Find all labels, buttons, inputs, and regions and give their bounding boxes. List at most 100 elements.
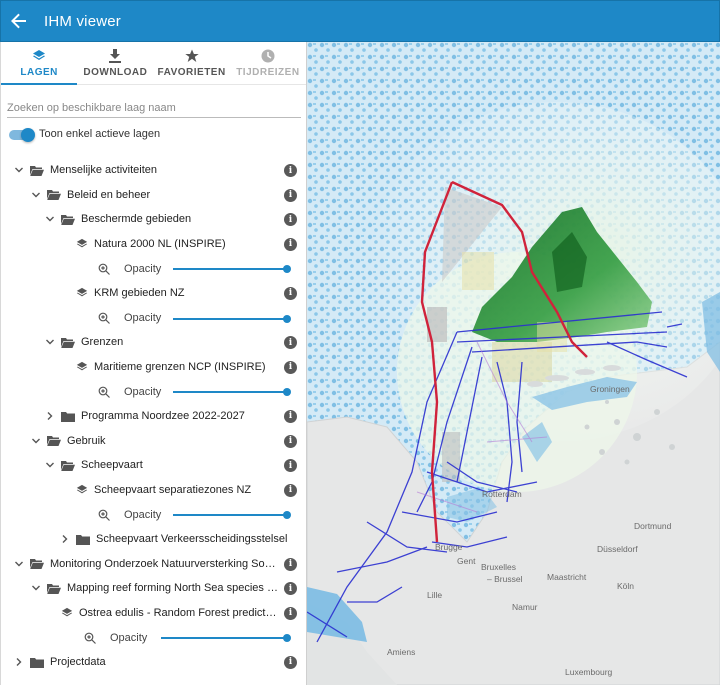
folder-icon: [30, 656, 44, 668]
opacity-label: Opacity: [110, 631, 148, 644]
tree-label: Scheepvaart Verkeersscheidingsstelsel: [96, 533, 288, 546]
map-view[interactable]: Groningen Rotterdam Brugge Gent Bruxelle…: [307, 42, 720, 685]
layer-icon: [76, 484, 88, 496]
app-title: IHM viewer: [44, 12, 122, 30]
tree-label: Natura 2000 NL (INSPIRE): [94, 238, 226, 251]
opacity-slider[interactable]: [173, 265, 291, 274]
tree-folder-scheepvaart[interactable]: Scheepvaart i: [1, 453, 306, 478]
info-icon[interactable]: i: [284, 606, 297, 620]
tree-folder-mapping-reef[interactable]: Mapping reef forming North Sea species -…: [1, 576, 306, 601]
tree-label: Maritieme grenzen NCP (INSPIRE): [94, 361, 266, 374]
tree-label: Programma Noordzee 2022-2027: [81, 410, 245, 423]
info-icon[interactable]: i: [284, 336, 297, 350]
info-icon[interactable]: i: [284, 286, 297, 300]
city-label-namur: Namur: [512, 602, 538, 612]
info-icon[interactable]: i: [284, 434, 297, 448]
slider-thumb[interactable]: [283, 511, 291, 520]
opacity-slider[interactable]: [173, 388, 291, 397]
tree-folder-projectdata[interactable]: Projectdata i: [1, 650, 306, 675]
zoom-icon[interactable]: [98, 509, 110, 521]
tree-folder-grenzen[interactable]: Grenzen i: [1, 330, 306, 355]
folder-open-icon: [30, 164, 44, 176]
zoom-icon[interactable]: [84, 632, 96, 644]
info-icon[interactable]: i: [284, 582, 297, 596]
zoom-icon[interactable]: [98, 386, 110, 398]
switch-knob: [21, 128, 35, 142]
opacity-label: Opacity: [124, 311, 162, 324]
chevron-down-icon[interactable]: [44, 213, 56, 225]
tree-folder-programma-noordzee[interactable]: Programma Noordzee 2022-2027 i: [1, 404, 306, 429]
info-icon[interactable]: i: [284, 459, 297, 473]
star-icon: [184, 48, 200, 64]
tab-download[interactable]: DOWNLOAD: [77, 42, 153, 84]
info-icon[interactable]: i: [284, 409, 297, 423]
info-icon[interactable]: i: [284, 237, 297, 251]
tree-folder-monitoring[interactable]: Monitoring Onderzoek Natuurversterking S…: [1, 552, 306, 577]
map-canvas: Groningen Rotterdam Brugge Gent Bruxelle…: [307, 42, 720, 685]
chevron-down-icon[interactable]: [13, 558, 25, 570]
opacity-slider[interactable]: [173, 511, 291, 520]
zoom-icon[interactable]: [98, 312, 110, 324]
city-label-dusseldorf: Düsseldorf: [597, 544, 638, 554]
tree-label: Mapping reef forming North Sea species -…: [67, 582, 281, 595]
layer-icon: [76, 361, 88, 373]
chevron-right-icon[interactable]: [44, 410, 56, 422]
tree-layer-ostrea-edulis[interactable]: Ostrea edulis - Random Forest prediction…: [1, 601, 306, 626]
opacity-slider[interactable]: [161, 634, 291, 643]
tree-layer-krm-gebieden[interactable]: KRM gebieden NZ i: [1, 281, 306, 306]
tree-layer-scheepvaart-separatiezones[interactable]: Scheepvaart separatiezones NZ i: [1, 478, 306, 503]
tree-folder-beschermde-gebieden[interactable]: Beschermde gebieden i: [1, 207, 306, 232]
info-icon[interactable]: i: [284, 483, 297, 497]
opacity-label: Opacity: [124, 262, 162, 275]
chevron-down-icon[interactable]: [30, 582, 42, 594]
layer-icon: [76, 287, 88, 299]
opacity-control: Opacity: [1, 625, 306, 650]
opacity-control: Opacity: [1, 379, 306, 404]
tree-folder-beleid-en-beheer[interactable]: Beleid en beheer i: [1, 183, 306, 208]
clock-icon: [260, 48, 276, 64]
opacity-label: Opacity: [124, 385, 162, 398]
tab-tijdreizen[interactable]: TIJDREIZEN: [230, 42, 306, 84]
slider-thumb[interactable]: [283, 634, 291, 643]
layers-icon: [31, 48, 47, 64]
info-icon[interactable]: i: [284, 655, 297, 669]
info-icon[interactable]: i: [284, 213, 297, 227]
layer-search-input[interactable]: [7, 102, 301, 117]
chevron-down-icon[interactable]: [44, 336, 56, 348]
info-icon[interactable]: i: [284, 557, 297, 571]
slider-thumb[interactable]: [283, 314, 291, 323]
chevron-right-icon[interactable]: [59, 533, 71, 545]
active-layers-switch[interactable]: [9, 128, 35, 142]
folder-icon: [76, 533, 90, 545]
tree-folder-verkeersscheidingsstelsel[interactable]: Scheepvaart Verkeersscheidingsstelsel: [1, 527, 306, 552]
tree-label: Menselijke activiteiten: [50, 164, 157, 177]
info-icon[interactable]: i: [284, 164, 297, 177]
info-icon[interactable]: i: [284, 360, 297, 374]
tree-layer-maritieme-grenzen[interactable]: Maritieme grenzen NCP (INSPIRE) i: [1, 355, 306, 380]
chevron-down-icon[interactable]: [44, 459, 56, 471]
tree-layer-natura-2000[interactable]: Natura 2000 NL (INSPIRE) i: [1, 232, 306, 257]
tree-label: Grenzen: [81, 336, 124, 349]
layer-icon: [76, 238, 88, 250]
opacity-control: Opacity: [1, 306, 306, 331]
chevron-down-icon[interactable]: [30, 435, 42, 447]
folder-open-icon: [47, 189, 61, 201]
slider-thumb[interactable]: [283, 388, 291, 397]
zoom-icon[interactable]: [98, 263, 110, 275]
info-icon[interactable]: i: [284, 188, 297, 202]
chevron-right-icon[interactable]: [13, 656, 25, 668]
tree-folder-gebruik[interactable]: Gebruik i: [1, 429, 306, 454]
folder-open-icon: [61, 213, 75, 225]
tab-favorieten[interactable]: FAVORIETEN: [154, 42, 230, 84]
chevron-down-icon[interactable]: [30, 189, 42, 201]
tree-label: Scheepvaart: [81, 459, 143, 472]
city-label-amiens: Amiens: [387, 647, 415, 657]
slider-thumb[interactable]: [283, 265, 291, 274]
chevron-down-icon[interactable]: [13, 164, 25, 176]
tree-folder-menselijke-activiteiten[interactable]: Menselijke activiteiten i: [1, 158, 306, 183]
layer-panel: LAGEN DOWNLOAD FAVORIETEN TIJDREIZEN Zoe…: [0, 42, 307, 685]
tab-lagen[interactable]: LAGEN: [1, 42, 78, 85]
opacity-slider[interactable]: [173, 314, 291, 323]
tree-label: Projectdata: [50, 656, 106, 669]
back-arrow-icon[interactable]: [3, 0, 35, 42]
